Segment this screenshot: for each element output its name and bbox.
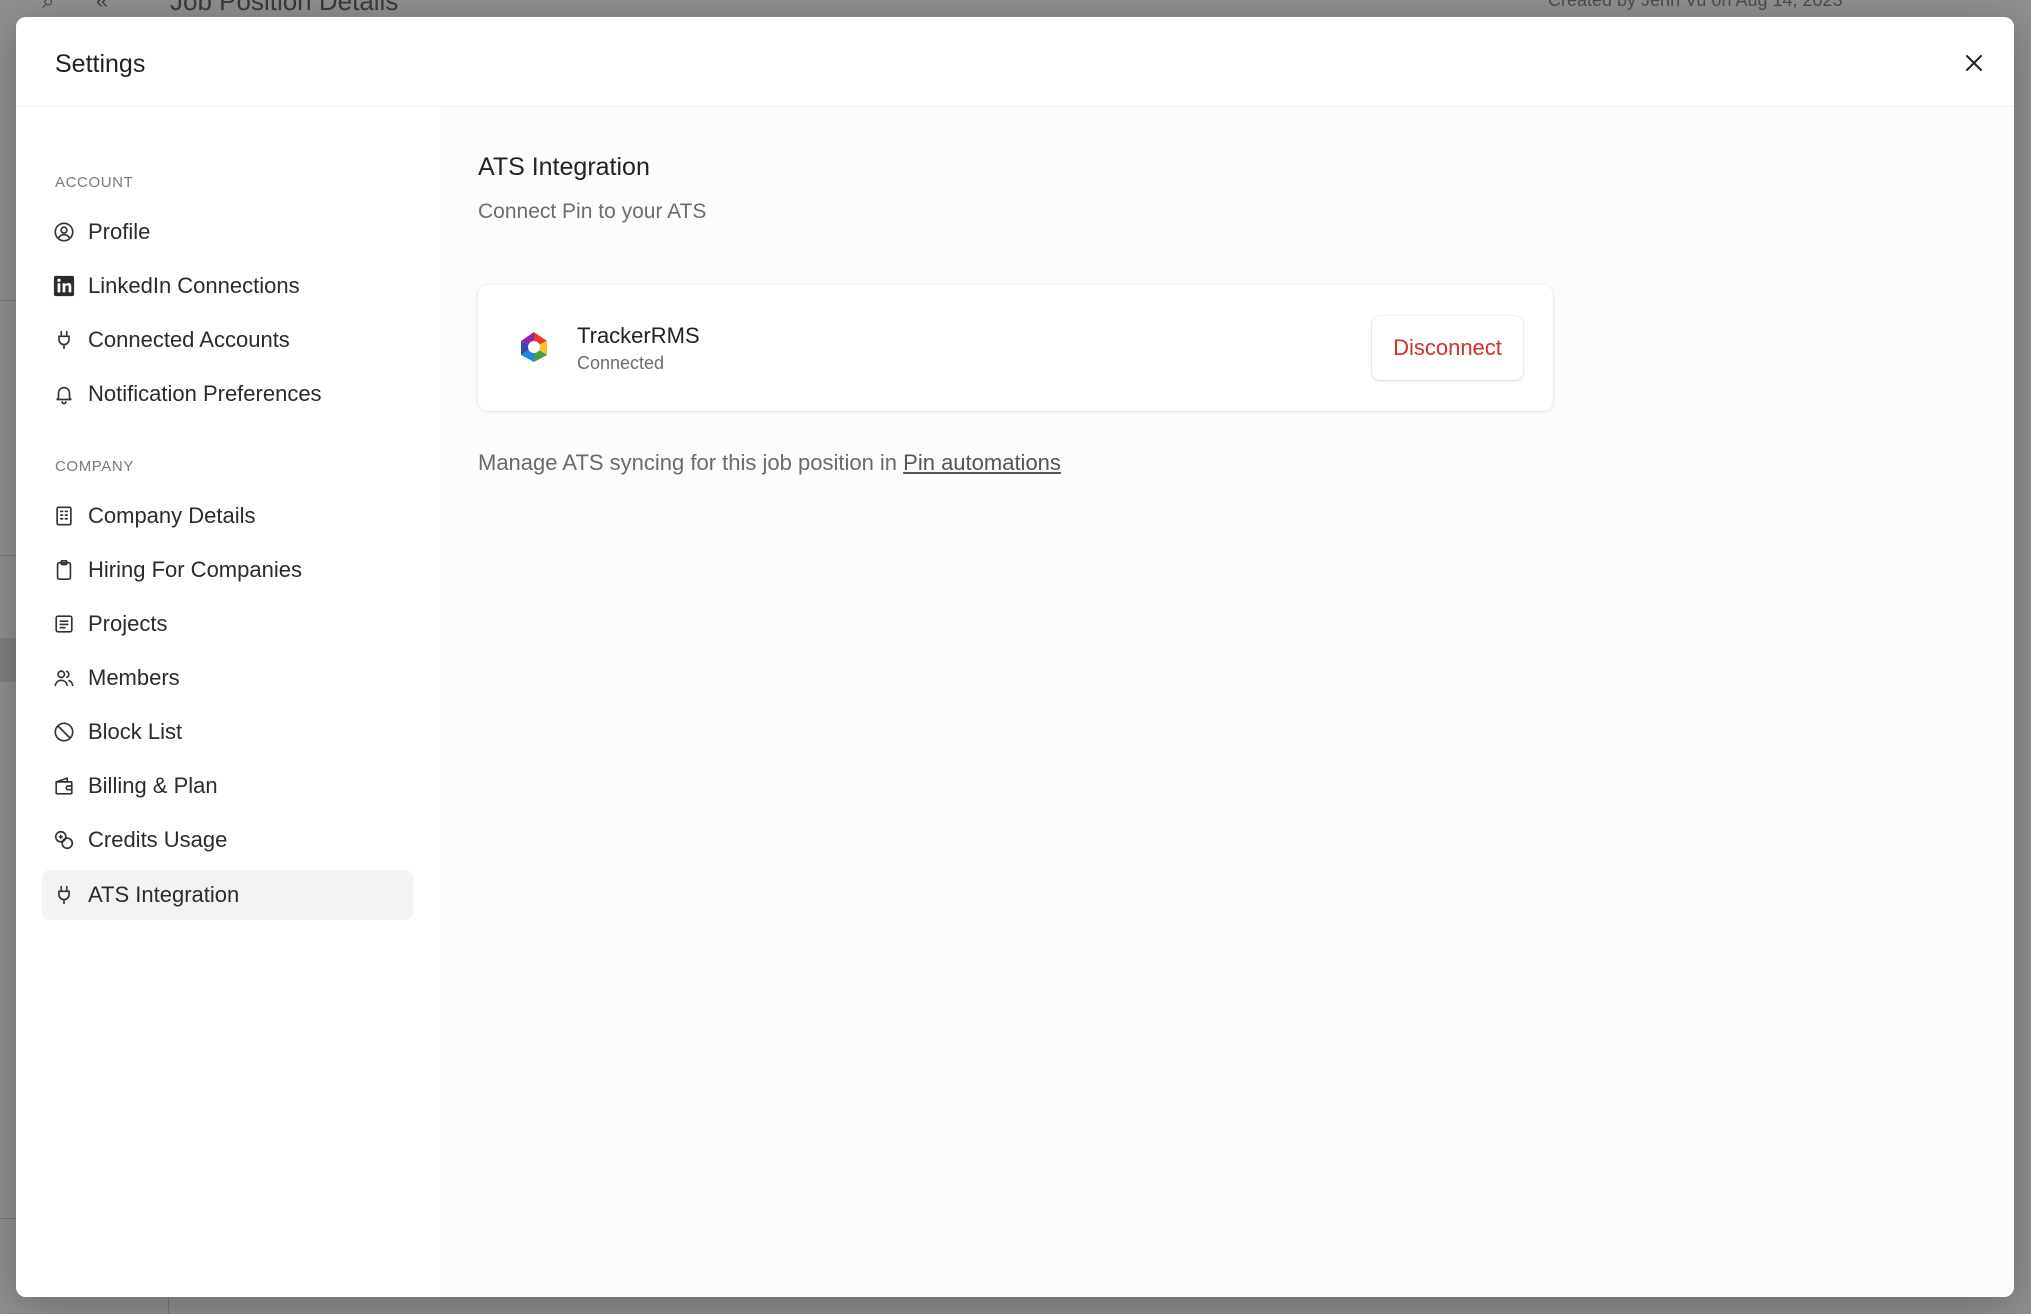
settings-modal: Settings ACCOUNT Profile LinkedIn Connec… <box>16 17 2014 1297</box>
integration-status: Connected <box>577 353 665 373</box>
sidebar-item-members[interactable]: Members <box>42 653 413 703</box>
sidebar-item-label: Projects <box>88 611 168 636</box>
manage-ats-text: Manage ATS syncing for this job position… <box>478 450 1061 476</box>
page-subtitle: Connect Pin to your ATS <box>478 200 707 223</box>
sidebar-item-label: Members <box>88 665 180 690</box>
sidebar-item-label: Hiring For Companies <box>88 557 302 582</box>
close-icon <box>1966 55 1982 71</box>
linkedin-icon <box>52 274 76 298</box>
page-title: ATS Integration <box>478 153 650 181</box>
sidebar-item-notification-preferences[interactable]: Notification Preferences <box>42 369 413 419</box>
background-divider <box>0 555 16 556</box>
sidebar-item-billing-plan[interactable]: Billing & Plan <box>42 761 413 811</box>
integration-card: TrackerRMS Connected Disconnect <box>478 285 1553 411</box>
sidebar-item-profile[interactable]: Profile <box>42 207 413 257</box>
sidebar-item-label: LinkedIn Connections <box>88 273 300 298</box>
clipboard-icon <box>52 558 76 582</box>
list-icon <box>52 612 76 636</box>
plug-icon <box>52 883 76 907</box>
disconnect-button[interactable]: Disconnect <box>1372 316 1523 380</box>
sidebar-item-company-details[interactable]: Company Details <box>42 491 413 541</box>
sidebar-item-label: Notification Preferences <box>88 381 322 406</box>
sidebar-item-block-list[interactable]: Block List <box>42 707 413 757</box>
background-row <box>0 638 16 682</box>
section-label-account: ACCOUNT <box>55 174 134 191</box>
sidebar-item-label: Block List <box>88 719 183 744</box>
modal-title: Settings <box>55 50 146 78</box>
sidebar-item-label: Company Details <box>88 503 256 528</box>
back-icon: « <box>96 0 109 13</box>
background-divider <box>0 300 16 301</box>
main-content: ATS Integration Connect Pin to your ATS … <box>441 108 2014 1297</box>
sidebar-item-connected-accounts[interactable]: Connected Accounts <box>42 315 413 365</box>
pin-automations-link[interactable]: Pin automations <box>903 450 1061 475</box>
modal-header: Settings <box>16 17 2014 107</box>
wallet-icon <box>52 774 76 798</box>
settings-sidebar: ACCOUNT Profile LinkedIn Connections Con… <box>16 108 441 1297</box>
sidebar-item-credits-usage[interactable]: Credits Usage <box>42 815 413 865</box>
sidebar-item-label: ATS Integration <box>88 882 240 907</box>
building-icon <box>52 504 76 528</box>
sidebar-item-linkedin-connections[interactable]: LinkedIn Connections <box>42 261 413 311</box>
section-label-company: COMPANY <box>55 458 134 475</box>
sidebar-item-label: Profile <box>88 219 151 244</box>
coins-icon <box>52 828 76 852</box>
background-divider <box>0 1218 16 1219</box>
close-button[interactable] <box>1958 47 1990 79</box>
users-icon <box>52 666 76 690</box>
plug-icon <box>52 328 76 352</box>
sidebar-item-label: Billing & Plan <box>88 773 218 798</box>
sidebar-item-hiring-for-companies[interactable]: Hiring For Companies <box>42 545 413 595</box>
search-icon: ⌕ <box>42 0 55 13</box>
sidebar-item-label: Credits Usage <box>88 827 228 852</box>
background-divider <box>168 1298 169 1314</box>
bell-icon <box>52 382 76 406</box>
background-title: Job Position Details <box>170 0 399 16</box>
sidebar-item-projects[interactable]: Projects <box>42 599 413 649</box>
integration-name: TrackerRMS <box>577 323 700 348</box>
sidebar-item-label: Connected Accounts <box>88 327 290 352</box>
ban-icon <box>52 720 76 744</box>
trackerrms-logo-icon <box>521 332 547 362</box>
background-meta: Created by Jenn Vu on Aug 14, 2023 <box>1548 0 1843 10</box>
manage-ats-label: Manage ATS syncing for this job position… <box>478 450 904 475</box>
sidebar-item-ats-integration[interactable]: ATS Integration <box>42 870 413 920</box>
user-circle-icon <box>52 220 76 244</box>
